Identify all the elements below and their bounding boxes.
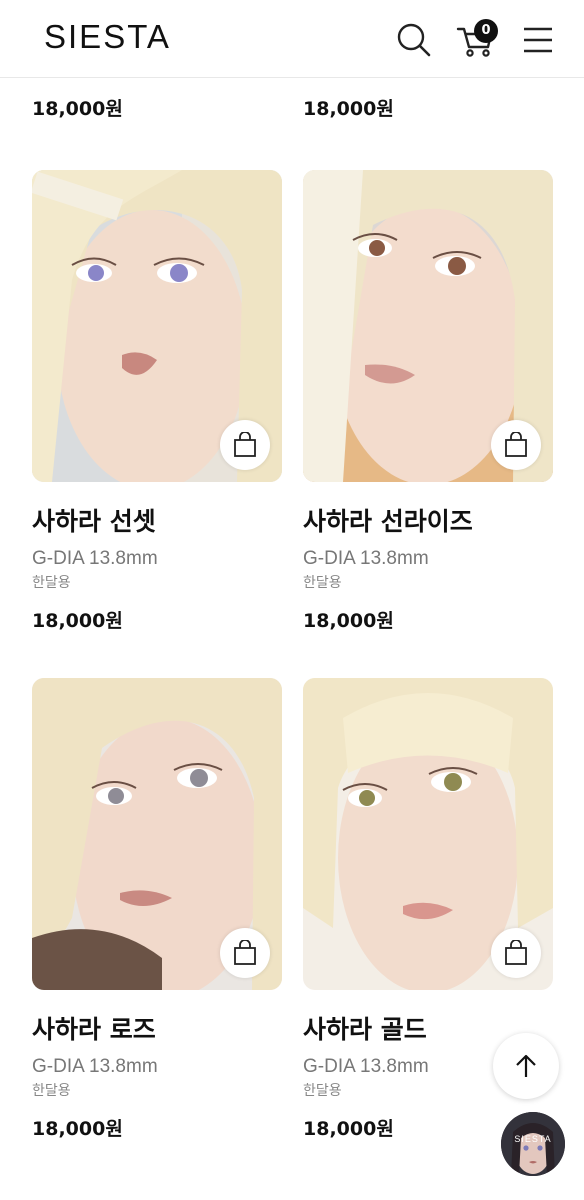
add-to-cart-button[interactable] bbox=[491, 928, 541, 978]
add-to-cart-button[interactable] bbox=[220, 420, 270, 470]
product-image[interactable] bbox=[303, 678, 553, 990]
shopping-bag-icon bbox=[505, 940, 527, 965]
product-image[interactable] bbox=[303, 170, 553, 482]
arrow-up-icon bbox=[516, 1054, 536, 1077]
product-period: 한달용 bbox=[32, 575, 71, 591]
product-name[interactable]: 사하라 선셋 bbox=[32, 502, 282, 538]
scroll-to-top-button[interactable] bbox=[493, 1033, 559, 1099]
chat-avatar-label: SIESTA bbox=[514, 1134, 552, 1144]
product-price: 18,000원 bbox=[303, 98, 394, 120]
site-header: SIESTA 0 bbox=[0, 0, 584, 78]
shopping-bag-icon bbox=[505, 432, 527, 457]
product-card[interactable]: 사하라 선라이즈 G-DIA 13.8mm 한달용 18,000원 bbox=[303, 170, 553, 633]
product-name[interactable]: 사하라 선라이즈 bbox=[303, 502, 553, 538]
brand-logo[interactable]: SIESTA bbox=[44, 18, 171, 56]
product-image[interactable] bbox=[32, 678, 282, 990]
add-to-cart-button[interactable] bbox=[220, 928, 270, 978]
product-price: 18,000원 bbox=[32, 610, 123, 632]
product-card[interactable]: 사하라 로즈 G-DIA 13.8mm 한달용 18,000원 bbox=[32, 678, 282, 1141]
product-diameter: G-DIA 13.8mm bbox=[32, 548, 158, 569]
add-to-cart-button[interactable] bbox=[491, 420, 541, 470]
shopping-bag-icon bbox=[234, 432, 256, 457]
product-name[interactable]: 사하라 로즈 bbox=[32, 1010, 282, 1046]
product-period: 한달용 bbox=[32, 1083, 71, 1099]
product-price: 18,000원 bbox=[32, 98, 123, 120]
product-price: 18,000원 bbox=[303, 610, 394, 632]
product-diameter: G-DIA 13.8mm bbox=[303, 548, 429, 569]
chat-avatar-button[interactable]: SIESTA bbox=[501, 1112, 565, 1176]
avatar bbox=[501, 1112, 565, 1176]
cart-count-badge: 0 bbox=[474, 19, 498, 43]
hamburger-menu-icon[interactable] bbox=[518, 20, 558, 60]
product-image[interactable] bbox=[32, 170, 282, 482]
product-card[interactable]: 사하라 선셋 G-DIA 13.8mm 한달용 18,000원 bbox=[32, 170, 282, 633]
shopping-bag-icon bbox=[234, 940, 256, 965]
product-diameter: G-DIA 13.8mm bbox=[32, 1056, 158, 1077]
product-period: 한달용 bbox=[303, 575, 342, 591]
product-price: 18,000원 bbox=[32, 1118, 123, 1140]
search-icon[interactable] bbox=[394, 20, 434, 60]
